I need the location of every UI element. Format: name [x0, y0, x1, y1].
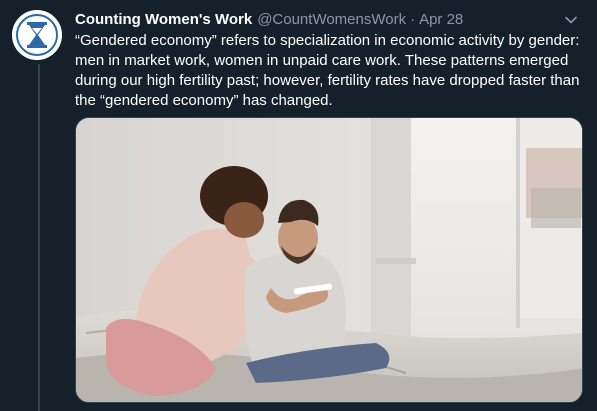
avatar[interactable]	[12, 10, 62, 60]
separator-dot: ·	[410, 11, 416, 28]
tweet-photo[interactable]	[75, 117, 583, 403]
hourglass-logo-icon	[12, 10, 62, 60]
thread-connector-line	[38, 64, 40, 411]
tweet-text: “Gendered economy” refers to specializat…	[75, 32, 580, 109]
chevron-down-icon[interactable]	[563, 12, 579, 28]
display-name[interactable]: Counting Women's Work	[75, 10, 252, 30]
photo-icon	[76, 118, 582, 402]
tweet-date[interactable]: Apr 28	[419, 10, 463, 30]
user-handle[interactable]: @CountWomensWork	[257, 10, 406, 30]
tweet-header: Counting Women's Work @CountWomensWork ·…	[75, 10, 589, 30]
